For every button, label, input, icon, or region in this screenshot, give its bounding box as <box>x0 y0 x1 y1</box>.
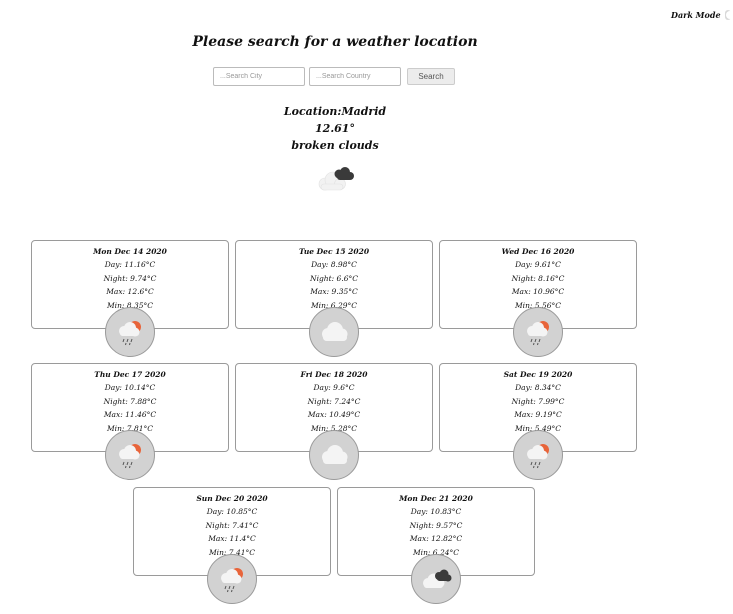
forecast-date: Fri Dec 18 2020 <box>300 370 368 379</box>
broken-clouds-icon <box>411 554 461 604</box>
forecast-day-temp: Day: 10.85°C <box>206 507 258 516</box>
forecast-card: Sun Dec 20 2020 Day: 10.85°C Night: 7.41°C… <box>133 487 331 604</box>
forecast-day-temp: Day: 9.61°C <box>515 260 561 269</box>
forecast-night-temp: Night: 7.41°C <box>205 520 259 530</box>
rain-sun-icon <box>513 307 563 357</box>
forecast-max-temp: Max: 11.4°C <box>208 534 256 543</box>
current-weather: Location:Madrid 12.61° broken clouds <box>235 103 435 154</box>
forecast-day-temp: Day: 8.98°C <box>311 260 357 269</box>
forecast-day-temp: Day: 10.83°C <box>410 507 462 516</box>
dark-mode-toggle[interactable]: Dark Mode <box>671 8 733 22</box>
forecast-night-temp: Night: 7.99°C <box>511 396 565 406</box>
forecast-night-temp: Night: 7.24°C <box>307 396 361 406</box>
forecast-card: Sat Dec 19 2020 Day: 8.34°C Night: 7.99°C M… <box>439 363 637 480</box>
cloud-icon <box>309 430 359 480</box>
forecast-date: Thu Dec 17 2020 <box>94 370 166 379</box>
forecast-day-temp: Day: 11.16°C <box>104 260 156 269</box>
forecast-max-temp: Max: 10.96°C <box>511 287 565 296</box>
forecast-date: Mon Dec 21 2020 <box>399 494 473 503</box>
rain-sun-icon <box>513 430 563 480</box>
current-location: Location:Madrid <box>283 105 387 118</box>
forecast-date: Mon Dec 14 2020 <box>93 247 167 256</box>
search-form: Search <box>213 67 455 89</box>
dark-mode-label: Dark Mode <box>671 10 721 20</box>
forecast-date: Sat Dec 19 2020 <box>503 370 573 379</box>
forecast-day-temp: Day: 9.6°C <box>313 383 355 392</box>
forecast-card: Mon Dec 14 2020 Day: 11.16°C Night: 9.74°C… <box>31 240 229 357</box>
forecast-night-temp: Night: 9.74°C <box>103 273 157 283</box>
forecast-max-temp: Max: 12.6°C <box>106 287 154 296</box>
rain-sun-icon <box>207 554 257 604</box>
rain-sun-icon <box>105 307 155 357</box>
city-search-input[interactable] <box>213 67 305 86</box>
rain-sun-icon <box>105 430 155 480</box>
forecast-max-temp: Max: 11.46°C <box>103 410 157 419</box>
forecast-day-temp: Day: 8.34°C <box>515 383 561 392</box>
forecast-night-temp: Night: 9.57°C <box>409 520 463 530</box>
forecast-night-temp: Night: 7.88°C <box>103 396 157 406</box>
forecast-card: Fri Dec 18 2020 Day: 9.6°C Night: 7.24°C Ma… <box>235 363 433 480</box>
forecast-night-temp: Night: 8.16°C <box>511 273 565 283</box>
current-temperature: 12.61° <box>315 122 355 135</box>
broken-clouds-icon <box>313 164 357 194</box>
forecast-date: Wed Dec 16 2020 <box>501 247 575 256</box>
forecast-card: Tue Dec 15 2020 Day: 8.98°C Night: 6.6°C Ma… <box>235 240 433 357</box>
forecast-day-temp: Day: 10.14°C <box>104 383 156 392</box>
forecast-date: Sun Dec 20 2020 <box>196 494 268 503</box>
page-title: Please search for a weather location <box>192 34 478 50</box>
forecast-card: Thu Dec 17 2020 Day: 10.14°C Night: 7.88°C… <box>31 363 229 480</box>
dark-mode-switch[interactable] <box>724 10 733 20</box>
forecast-max-temp: Max: 9.35°C <box>310 287 358 296</box>
current-description: broken clouds <box>291 139 379 152</box>
cloud-icon <box>309 307 359 357</box>
forecast-max-temp: Max: 12.82°C <box>409 534 463 543</box>
forecast-date: Tue Dec 15 2020 <box>298 247 370 256</box>
forecast-card: Wed Dec 16 2020 Day: 9.61°C Night: 8.16°C M… <box>439 240 637 357</box>
forecast-max-temp: Max: 10.49°C <box>307 410 361 419</box>
country-search-input[interactable] <box>309 67 401 86</box>
search-button[interactable]: Search <box>407 68 455 85</box>
forecast-night-temp: Night: 6.6°C <box>310 273 358 283</box>
forecast-max-temp: Max: 9.19°C <box>514 410 562 419</box>
forecast-card: Mon Dec 21 2020 Day: 10.83°C Night: 9.57°C… <box>337 487 535 604</box>
switch-knob <box>725 11 733 19</box>
